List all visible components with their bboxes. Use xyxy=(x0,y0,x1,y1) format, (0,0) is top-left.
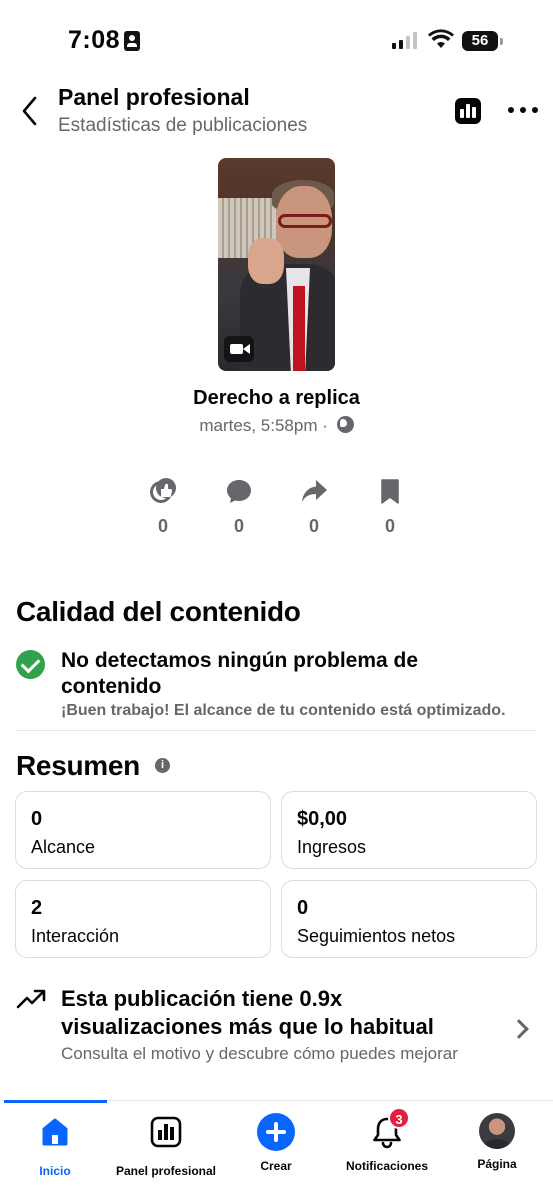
post-meta: martes, 5:58pm · xyxy=(0,416,553,436)
quality-subtext: ¡Buen trabajo! El alcance de tu contenid… xyxy=(61,702,506,719)
notification-badge: 3 xyxy=(388,1107,410,1129)
insight-title[interactable]: Esta publicación tiene 0.9x visualizacio… xyxy=(61,985,481,1041)
shares-count: 0 xyxy=(308,516,319,536)
check-circle-icon xyxy=(16,650,45,679)
net-follows-label: Seguimientos netos xyxy=(297,926,456,946)
reactions-icon xyxy=(138,476,188,506)
status-time: 7:08 xyxy=(68,26,121,54)
divider xyxy=(16,730,537,731)
trending-up-icon xyxy=(16,989,46,1009)
reach-card[interactable]: 0 Alcance xyxy=(15,791,271,869)
dashboard-icon xyxy=(150,1116,182,1148)
nav-create-label: Crear xyxy=(260,1159,292,1173)
net-follows-card[interactable]: 0 Seguimientos netos xyxy=(281,880,537,958)
bottom-navigation: Inicio Panel profesional Crear 3 Notific… xyxy=(0,1100,553,1200)
earnings-value: $0,00 xyxy=(297,808,348,830)
post-title: Derecho a replica xyxy=(193,387,360,409)
cellular-signal-icon xyxy=(392,32,417,49)
more-options-button[interactable] xyxy=(508,100,538,120)
nav-home-label: Inicio xyxy=(39,1164,71,1178)
comment-icon xyxy=(214,476,264,506)
info-icon[interactable]: i xyxy=(155,758,170,773)
nav-notifications[interactable]: 3 Notificaciones xyxy=(338,1107,436,1173)
interaction-card[interactable]: 2 Interacción xyxy=(15,880,271,958)
reach-value: 0 xyxy=(31,808,43,830)
comments-count: 0 xyxy=(233,516,244,536)
nav-create[interactable]: Crear xyxy=(246,1113,306,1173)
page-avatar xyxy=(479,1113,515,1149)
bookmark-icon xyxy=(365,476,415,506)
globe-icon xyxy=(336,416,354,433)
nav-home[interactable]: Inicio xyxy=(20,1113,90,1178)
active-tab-indicator xyxy=(4,1100,107,1103)
shares-stat: 0 xyxy=(289,476,339,537)
contact-card-icon xyxy=(124,31,140,51)
post-timestamp: martes, 5:58pm · xyxy=(199,416,328,435)
plus-icon xyxy=(257,1113,295,1151)
page-subtitle: Estadísticas de publicaciones xyxy=(58,115,308,136)
reach-label: Alcance xyxy=(31,837,96,857)
back-button[interactable] xyxy=(16,94,46,128)
nav-professional-dashboard[interactable]: Panel profesional xyxy=(108,1113,224,1178)
insight-subtitle: Consulta el motivo y descubre cómo puede… xyxy=(61,1044,458,1063)
nav-professional-dashboard-label: Panel profesional xyxy=(115,1164,217,1178)
home-icon xyxy=(42,1118,68,1146)
nav-page-label: Página xyxy=(477,1157,517,1171)
summary-heading: Resumen xyxy=(16,750,140,781)
content-quality-heading: Calidad del contenido xyxy=(16,596,301,627)
reactions-stat: 0 xyxy=(138,476,188,537)
saves-stat: 0 xyxy=(365,476,415,537)
comments-stat: 0 xyxy=(214,476,264,537)
bar-chart-icon[interactable] xyxy=(455,98,481,124)
earnings-card[interactable]: $0,00 Ingresos xyxy=(281,791,537,869)
interaction-label: Interacción xyxy=(31,926,120,946)
wifi-icon xyxy=(428,29,454,48)
interaction-value: 2 xyxy=(31,897,43,919)
nav-page[interactable]: Página xyxy=(468,1113,526,1171)
saves-count: 0 xyxy=(384,516,395,536)
reactions-count: 0 xyxy=(157,516,168,536)
quality-headline: No detectamos ningún problema de conteni… xyxy=(61,649,419,698)
page-title: Panel profesional xyxy=(58,84,250,110)
chevron-right-icon[interactable] xyxy=(509,1019,529,1039)
net-follows-value: 0 xyxy=(297,897,309,919)
share-icon xyxy=(289,476,339,506)
earnings-label: Ingresos xyxy=(297,837,367,857)
video-camera-icon xyxy=(224,336,254,362)
status-bar: 7:08 56 xyxy=(0,0,553,80)
nav-notifications-label: Notificaciones xyxy=(345,1159,429,1173)
battery-indicator: 56 xyxy=(462,31,503,51)
